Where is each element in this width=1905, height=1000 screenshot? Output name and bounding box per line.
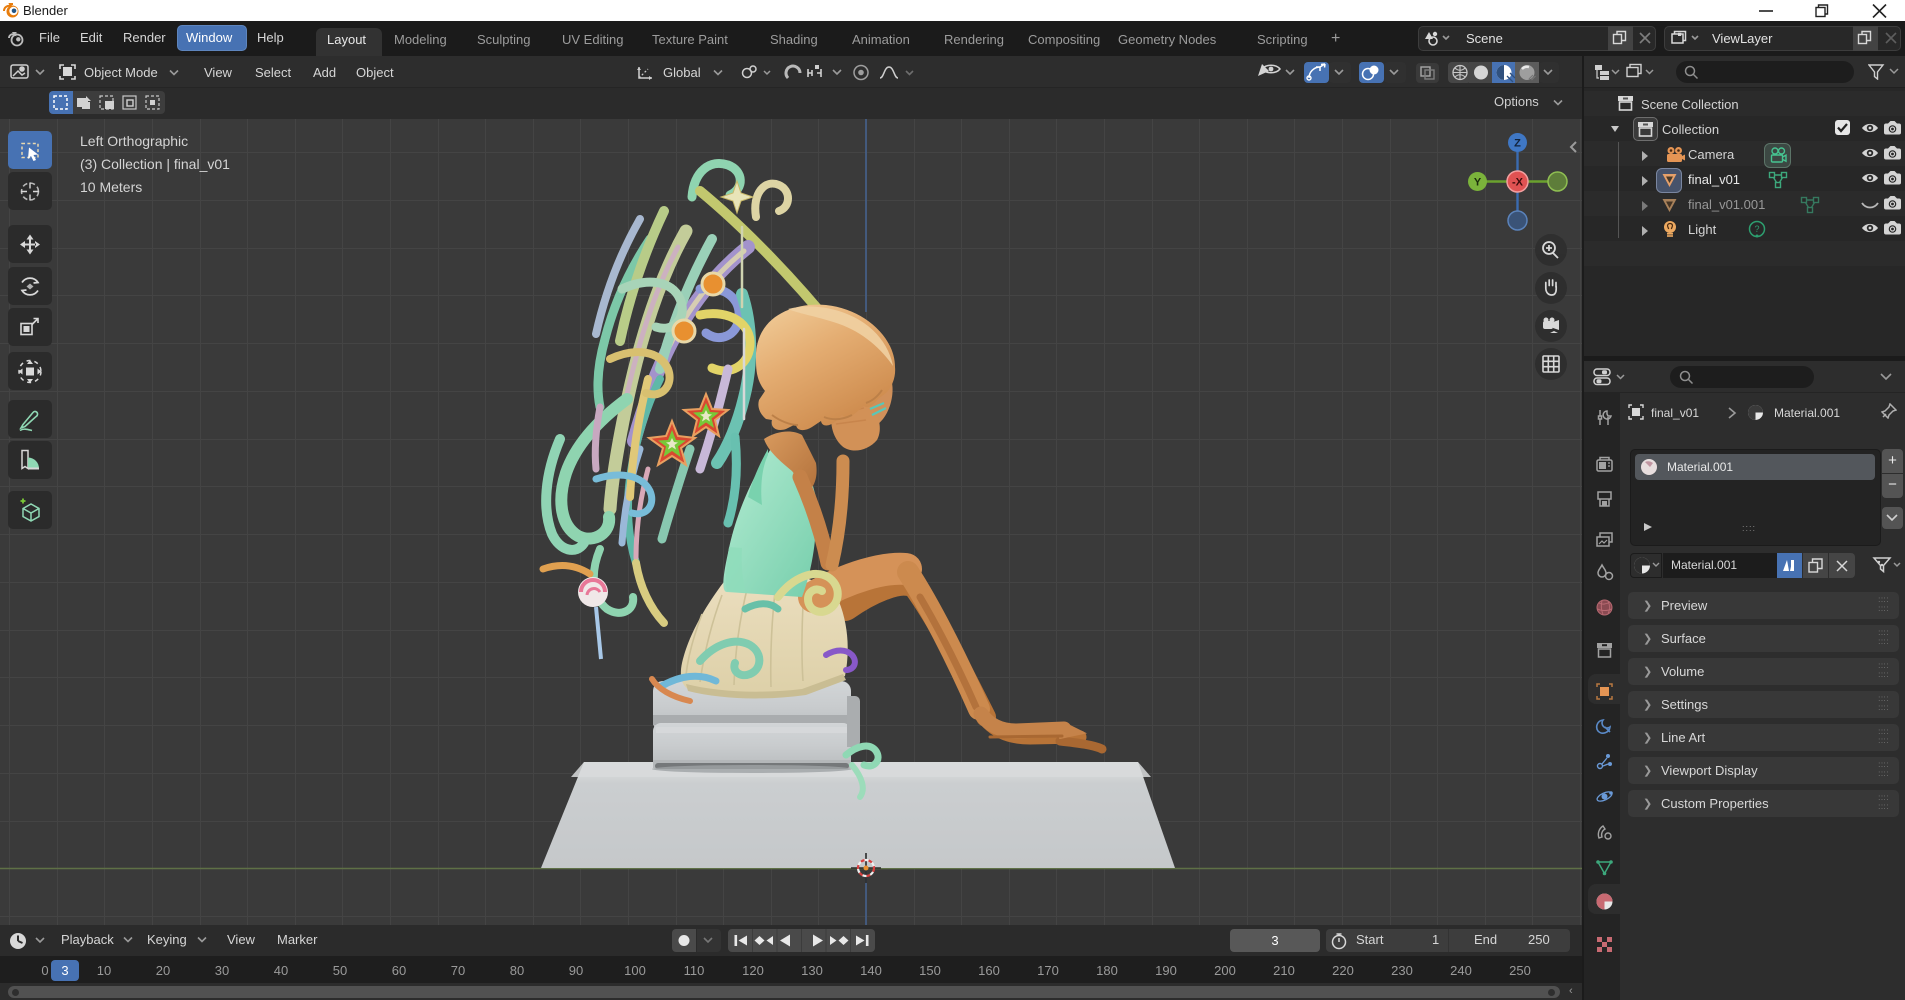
svg-text:?: ? <box>1754 224 1759 234</box>
svg-text:Z: Z <box>1514 138 1521 150</box>
svg-text:-X: -X <box>1512 177 1524 189</box>
svg-text:(3) Collection | final_v01: (3) Collection | final_v01 <box>80 156 230 172</box>
svg-text:10 Meters: 10 Meters <box>80 179 142 195</box>
svg-text:Y: Y <box>1474 177 1482 189</box>
svg-text:Left Orthographic: Left Orthographic <box>80 133 188 149</box>
